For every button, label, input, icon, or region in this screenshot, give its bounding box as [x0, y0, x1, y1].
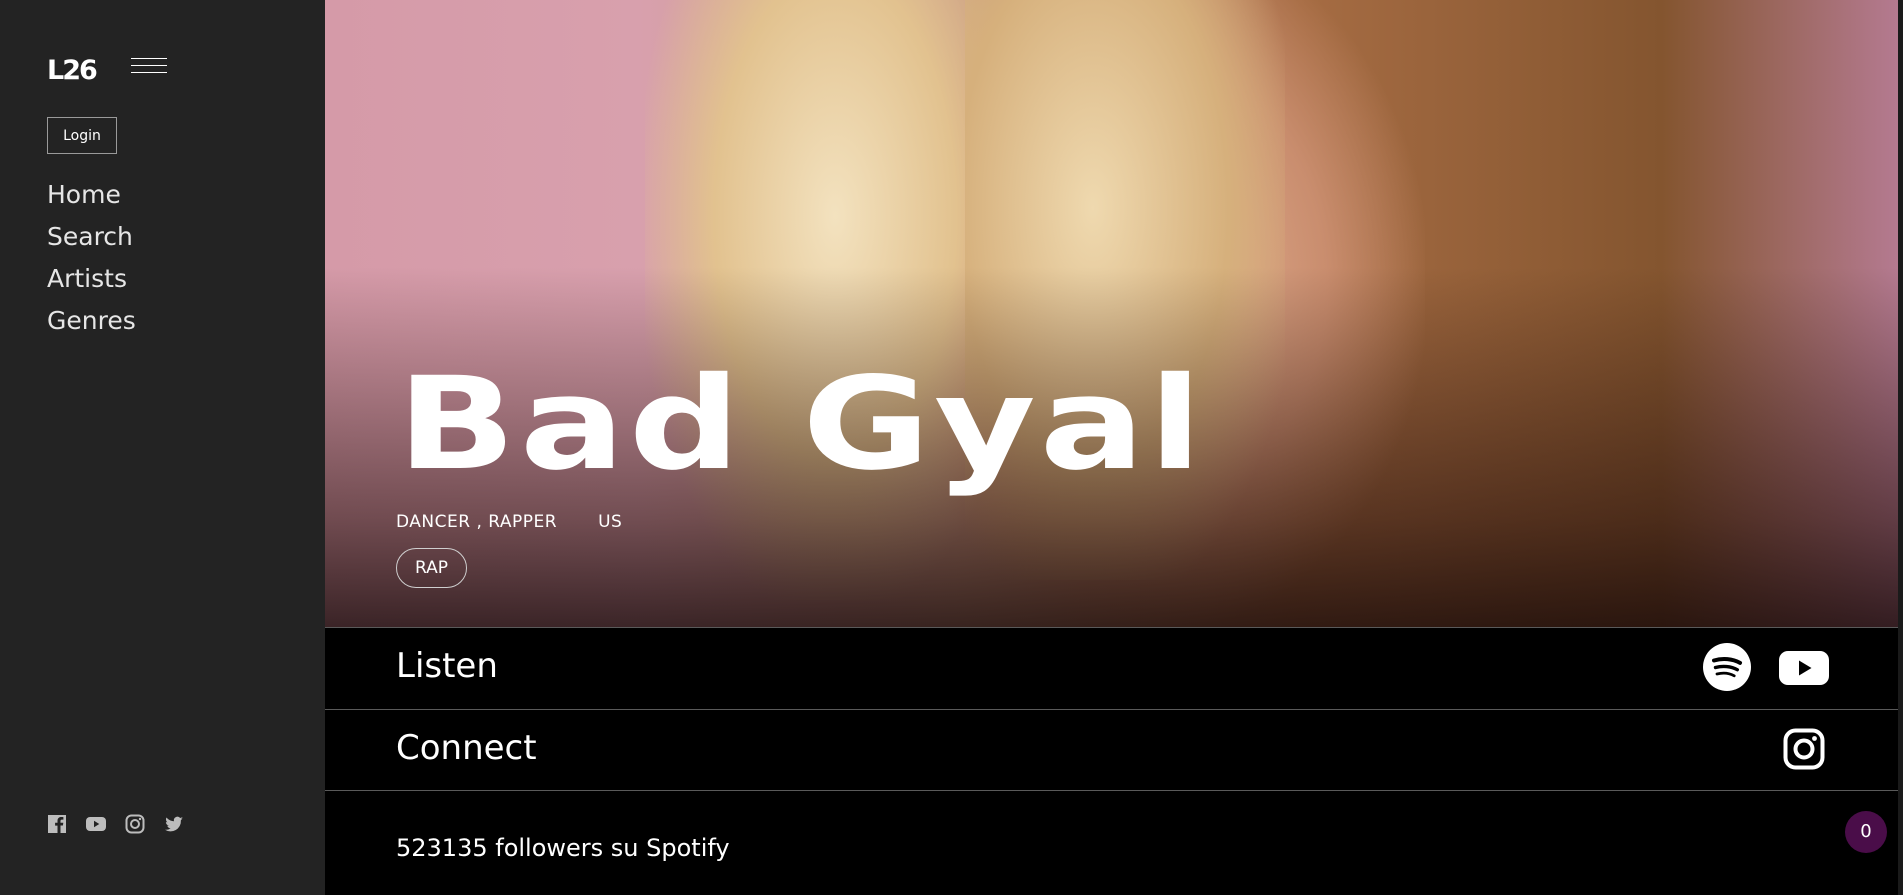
social-links	[47, 814, 184, 834]
artist-country: US	[598, 512, 623, 532]
twitter-icon[interactable]	[164, 814, 184, 834]
connect-section: Connect	[325, 709, 1898, 791]
listen-section: Listen	[325, 627, 1898, 709]
connect-label: Connect	[396, 728, 537, 768]
login-button[interactable]: Login	[47, 117, 117, 154]
scrollbar[interactable]	[1898, 0, 1903, 895]
listen-label: Listen	[396, 646, 498, 686]
main-content: Bad Gyal DANCER , RAPPER US RAP Listen C…	[325, 0, 1898, 895]
notification-badge[interactable]: 0	[1845, 811, 1887, 853]
nav-artists[interactable]: Artists	[47, 258, 136, 300]
spotify-followers: 523135 followers su Spotify	[396, 834, 730, 862]
menu-icon[interactable]	[131, 58, 167, 78]
main-nav: Home Search Artists Genres	[47, 174, 136, 342]
sidebar: L26 Login Home Search Artists Genres	[0, 0, 325, 895]
nav-genres[interactable]: Genres	[47, 300, 136, 342]
artist-roles: DANCER , RAPPER	[396, 512, 558, 532]
youtube-icon[interactable]	[86, 814, 106, 834]
nav-search[interactable]: Search	[47, 216, 136, 258]
artist-name: Bad Gyal	[397, 350, 1206, 499]
facebook-icon[interactable]	[47, 814, 67, 834]
artist-meta: DANCER , RAPPER US	[396, 512, 622, 532]
instagram-icon[interactable]	[1783, 728, 1825, 770]
artist-hero-image: Bad Gyal DANCER , RAPPER US RAP	[325, 0, 1898, 627]
spotify-icon[interactable]	[1703, 643, 1751, 691]
youtube-icon[interactable]	[1779, 651, 1829, 685]
site-logo[interactable]: L26	[47, 56, 98, 86]
genre-tag[interactable]: RAP	[396, 548, 468, 588]
nav-home[interactable]: Home	[47, 174, 136, 216]
instagram-icon[interactable]	[125, 814, 145, 834]
